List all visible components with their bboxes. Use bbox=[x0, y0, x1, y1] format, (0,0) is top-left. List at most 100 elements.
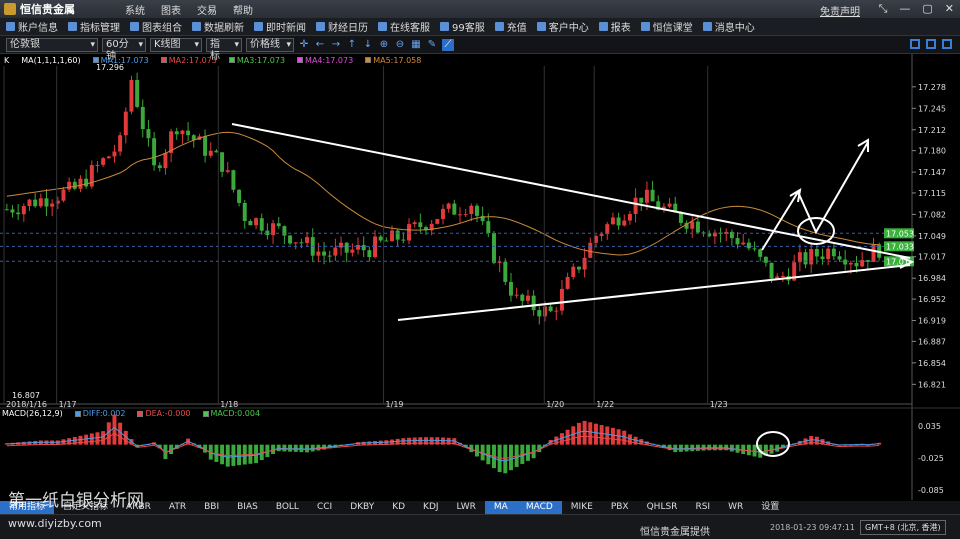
price-chart[interactable]: 17.05317.03317.01 17.27817.24517.21217.1… bbox=[0, 0, 960, 500]
lower-trendline bbox=[397, 264, 911, 321]
price-tick-9: 16.984 bbox=[918, 274, 946, 283]
candle-body bbox=[384, 240, 389, 242]
candle-body bbox=[67, 181, 72, 190]
price-tags: 17.05317.03317.01 bbox=[0, 228, 914, 267]
tab-17[interactable]: RSI bbox=[686, 501, 719, 514]
tab-10[interactable]: KDJ bbox=[414, 501, 448, 514]
candle-body bbox=[299, 242, 304, 244]
tab-11[interactable]: LWR bbox=[448, 501, 485, 514]
macd-bar bbox=[576, 422, 581, 445]
candle-body bbox=[542, 306, 547, 317]
candle-body bbox=[639, 197, 644, 203]
tab-14[interactable]: MIKE bbox=[562, 501, 602, 514]
price-tick-12: 16.887 bbox=[918, 337, 946, 346]
candle-body bbox=[390, 230, 395, 242]
candle-body bbox=[242, 202, 247, 221]
timezone-select[interactable]: GMT+8 (北京, 香港) bbox=[860, 520, 946, 535]
candle-body bbox=[418, 222, 423, 228]
candle-body bbox=[407, 224, 411, 241]
candle-body bbox=[576, 266, 581, 270]
tab-3[interactable]: ATR bbox=[160, 501, 195, 514]
candle-body bbox=[146, 129, 151, 139]
candle-body bbox=[203, 136, 208, 156]
watermark-title: 第一纸白银分析网 bbox=[8, 491, 144, 511]
tab-18[interactable]: WR bbox=[719, 501, 752, 514]
macd-bar bbox=[101, 431, 106, 445]
candle-body bbox=[741, 242, 746, 245]
date-label-2: 1/18 bbox=[220, 400, 238, 409]
low-price-label: 16.807 bbox=[12, 391, 40, 400]
tab-16[interactable]: QHLSR bbox=[638, 501, 687, 514]
candle-body bbox=[220, 152, 225, 172]
candle-body bbox=[288, 235, 293, 244]
date-label-5: 1/22 bbox=[596, 400, 614, 409]
candle-body bbox=[508, 281, 513, 296]
date-label-3: 1/19 bbox=[386, 400, 404, 409]
candle-body bbox=[339, 242, 344, 248]
candle-body bbox=[610, 217, 615, 225]
tab-19[interactable]: 设置 bbox=[752, 501, 788, 514]
tab-13[interactable]: MACD bbox=[516, 501, 562, 514]
indicator-tabs: 常用指标 自定义指标 ARBR ATR BBI BIAS BOLL CCI DKBY KD KDJ L… bbox=[0, 501, 960, 514]
candle-body bbox=[826, 248, 831, 260]
candle-body bbox=[248, 220, 253, 226]
candle-body bbox=[854, 262, 859, 267]
macd-tick-0: 0.035 bbox=[918, 422, 941, 431]
macd-bar bbox=[84, 434, 89, 445]
price-tag-0: 17.053 bbox=[886, 229, 914, 238]
macd-bar bbox=[752, 444, 757, 457]
candle-body bbox=[112, 151, 117, 157]
candle-body bbox=[208, 150, 213, 156]
date-label-1: 1/17 bbox=[59, 400, 77, 409]
candle-body bbox=[441, 208, 445, 220]
tab-12[interactable]: MA bbox=[484, 501, 517, 514]
candle-body bbox=[78, 178, 83, 189]
candle-body bbox=[186, 130, 191, 136]
candle-body bbox=[690, 221, 695, 229]
candle-body bbox=[361, 245, 366, 251]
candle-body bbox=[344, 242, 349, 253]
candle-body bbox=[831, 248, 836, 257]
candle-body bbox=[458, 214, 462, 216]
candle-body bbox=[163, 152, 168, 169]
candle-body bbox=[452, 203, 457, 215]
price-tick-3: 17.180 bbox=[918, 147, 946, 156]
candle-body bbox=[644, 189, 649, 203]
candle-body bbox=[797, 252, 802, 263]
candle-body bbox=[350, 249, 355, 253]
price-tick-5: 17.115 bbox=[918, 189, 946, 198]
tab-4[interactable]: BBI bbox=[195, 501, 228, 514]
tab-5[interactable]: BIAS bbox=[228, 501, 267, 514]
tab-15[interactable]: PBX bbox=[602, 501, 638, 514]
macd-bar bbox=[565, 429, 570, 445]
price-tick-1: 17.245 bbox=[918, 104, 946, 113]
price-tick-4: 17.147 bbox=[918, 168, 946, 177]
candle-body bbox=[27, 199, 32, 207]
candle-body bbox=[695, 221, 700, 233]
candle-body bbox=[537, 310, 542, 317]
candle-body bbox=[225, 170, 230, 172]
candle-body bbox=[758, 249, 763, 257]
tab-8[interactable]: DKBY bbox=[341, 501, 383, 514]
candle-body bbox=[769, 262, 774, 279]
candle-body bbox=[809, 249, 814, 265]
candle-body bbox=[565, 276, 570, 289]
upper-trendline bbox=[231, 123, 911, 259]
candle-body bbox=[259, 218, 264, 231]
candle-body bbox=[514, 294, 519, 296]
candle-body bbox=[616, 217, 621, 226]
candle-body bbox=[871, 244, 876, 262]
candle-body bbox=[763, 256, 768, 263]
candle-body bbox=[174, 131, 179, 135]
watermark-url: www.diyizby.com bbox=[8, 517, 102, 530]
macd-bar bbox=[582, 420, 587, 445]
candle-body bbox=[605, 224, 610, 235]
candle-body bbox=[106, 156, 111, 159]
tab-9[interactable]: KD bbox=[383, 501, 414, 514]
date-label-0: 2018/1/16 bbox=[6, 400, 47, 409]
candle-body bbox=[497, 261, 502, 263]
candle-body bbox=[38, 198, 43, 207]
tab-7[interactable]: CCI bbox=[308, 501, 341, 514]
tab-6[interactable]: BOLL bbox=[267, 501, 308, 514]
candle-body bbox=[129, 79, 134, 112]
